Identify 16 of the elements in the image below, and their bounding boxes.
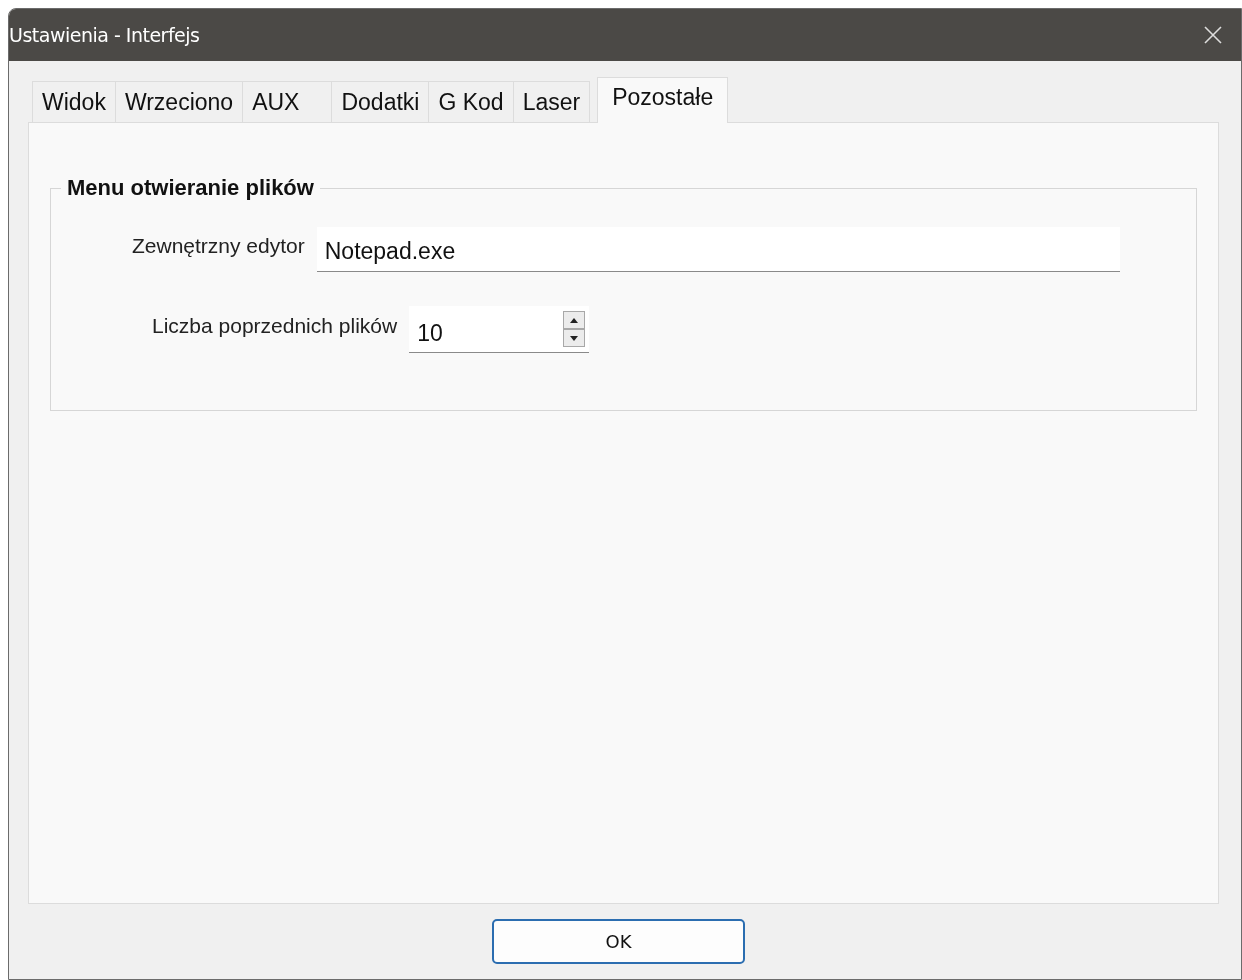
field-label: Zewnętrzny edytor <box>132 233 305 258</box>
close-icon <box>1203 25 1223 45</box>
window-title: Ustawienia - Interfejs <box>9 24 200 46</box>
decrement-button[interactable] <box>563 329 586 347</box>
number-spin-field[interactable]: 10 <box>409 306 590 353</box>
up-arrow-icon <box>570 317 579 323</box>
group-title: Menu otwieranie plików <box>66 175 315 201</box>
tab[interactable]: Pozostałe <box>597 77 729 123</box>
field-value: 10 <box>416 318 444 347</box>
tab[interactable]: Laser <box>512 81 591 123</box>
editor-input-field[interactable]: Notepad.exe <box>316 227 1120 272</box>
field-label: Liczba poprzednich plików <box>152 313 398 338</box>
increment-button[interactable] <box>563 311 586 329</box>
tab[interactable]: Widok <box>32 81 116 123</box>
down-arrow-icon <box>570 335 579 341</box>
ok-button[interactable]: OK <box>492 919 745 964</box>
